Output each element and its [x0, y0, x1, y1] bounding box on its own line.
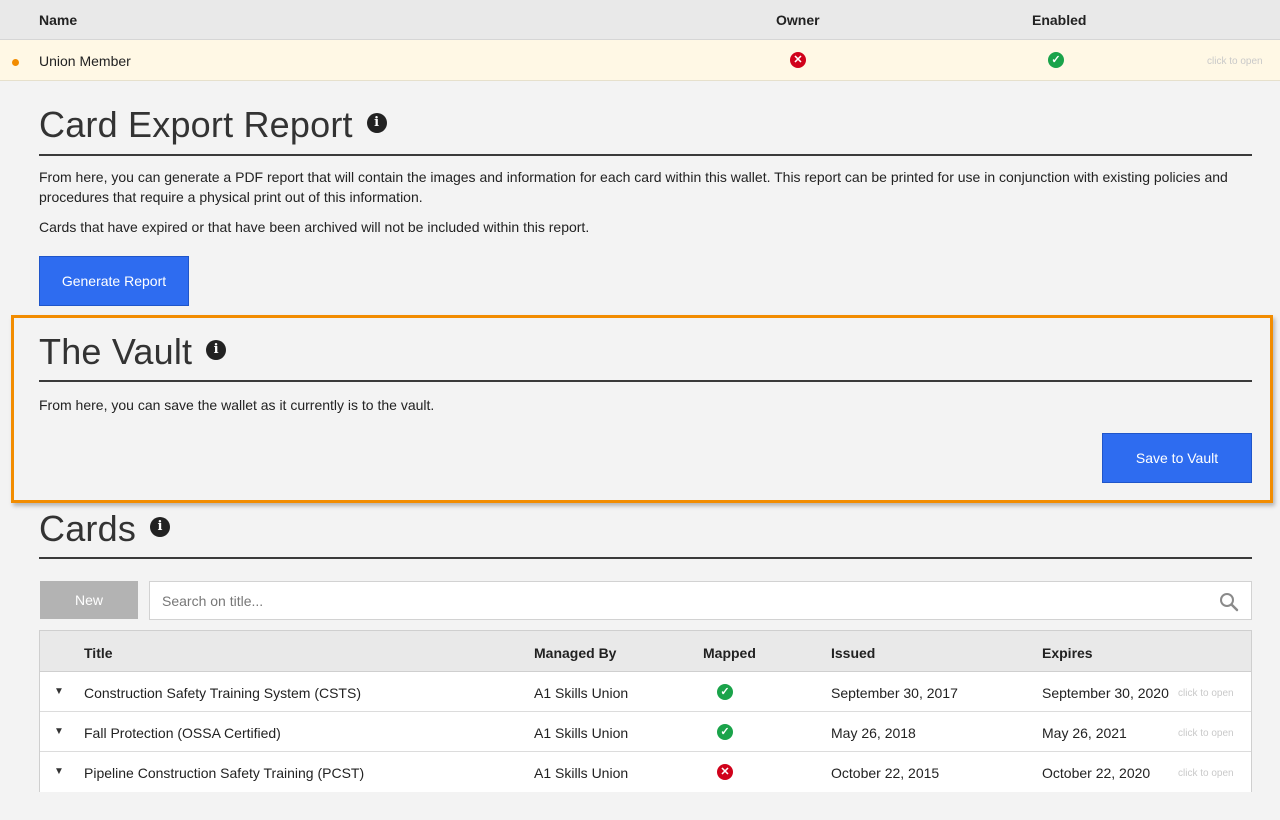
- card-managed-by: A1 Skills Union: [534, 685, 629, 701]
- expand-caret-icon[interactable]: ▼: [54, 686, 64, 697]
- click-to-open-hint[interactable]: click to open: [1178, 768, 1234, 779]
- search-icon[interactable]: [1219, 592, 1239, 612]
- vault-description: From here, you can save the wallet as it…: [39, 397, 435, 413]
- card-issued: October 22, 2015: [831, 765, 940, 781]
- column-name: Name: [39, 12, 78, 28]
- column-expires[interactable]: Expires: [1042, 645, 1093, 661]
- card-expires: May 26, 2021: [1042, 725, 1127, 741]
- expand-caret-icon[interactable]: ▼: [54, 726, 64, 737]
- click-to-open-hint[interactable]: click to open: [1207, 56, 1263, 67]
- cards-table: Title Managed By Mapped Issued Expires ▼…: [39, 630, 1252, 792]
- card-expires: October 22, 2020: [1042, 765, 1151, 781]
- column-mapped[interactable]: Mapped: [703, 645, 756, 661]
- card-managed-by: A1 Skills Union: [534, 725, 629, 741]
- info-icon[interactable]: i: [150, 517, 171, 538]
- cards-table-header: Title Managed By Mapped Issued Expires: [40, 631, 1251, 672]
- divider: [39, 380, 1252, 382]
- active-dot-icon: [12, 59, 19, 66]
- save-to-vault-button[interactable]: Save to Vault: [1102, 433, 1252, 483]
- member-row[interactable]: Union Member ✕ ✓ click to open: [0, 40, 1280, 81]
- expand-caret-icon[interactable]: ▼: [54, 766, 64, 777]
- member-name: Union Member: [39, 53, 131, 69]
- column-owner: Owner: [776, 12, 820, 28]
- column-enabled: Enabled: [1032, 12, 1087, 28]
- column-managed-by[interactable]: Managed By: [534, 645, 616, 661]
- table-row[interactable]: ▼ Fall Protection (OSSA Certified) A1 Sk…: [40, 712, 1251, 752]
- search-input[interactable]: [162, 591, 1202, 611]
- card-issued: September 30, 2017: [831, 685, 958, 701]
- table-row[interactable]: ▼ Pipeline Construction Safety Training …: [40, 752, 1251, 792]
- divider: [39, 154, 1252, 156]
- card-managed-by: A1 Skills Union: [534, 765, 629, 781]
- divider: [39, 557, 1252, 559]
- check-circle-icon: ✓: [1048, 52, 1064, 68]
- vault-title: The Vault: [39, 331, 193, 372]
- click-to-open-hint[interactable]: click to open: [1178, 728, 1234, 739]
- cards-title: Cards: [39, 508, 137, 549]
- card-title: Construction Safety Training System (CST…: [84, 685, 361, 701]
- vault-heading: The Vault i: [39, 331, 227, 373]
- members-table-header: Name Owner Enabled: [0, 0, 1280, 40]
- card-expires: September 30, 2020: [1042, 685, 1169, 701]
- card-issued: May 26, 2018: [831, 725, 916, 741]
- column-issued[interactable]: Issued: [831, 645, 875, 661]
- card-export-description: From here, you can generate a PDF report…: [39, 169, 1228, 205]
- card-title: Pipeline Construction Safety Training (P…: [84, 765, 365, 781]
- new-card-button[interactable]: New: [40, 581, 138, 619]
- column-title[interactable]: Title: [84, 645, 113, 661]
- check-circle-icon: ✓: [717, 724, 733, 740]
- cards-heading: Cards i: [39, 508, 171, 550]
- card-title: Fall Protection (OSSA Certified): [84, 725, 281, 741]
- table-row[interactable]: ▼ Construction Safety Training System (C…: [40, 672, 1251, 712]
- x-circle-icon: ✕: [790, 52, 806, 68]
- card-export-note: Cards that have expired or that have bee…: [39, 219, 590, 235]
- search-box: [149, 581, 1252, 620]
- card-export-title: Card Export Report: [39, 104, 353, 145]
- click-to-open-hint[interactable]: click to open: [1178, 688, 1234, 699]
- x-circle-icon: ✕: [717, 764, 733, 780]
- check-circle-icon: ✓: [717, 684, 733, 700]
- info-icon[interactable]: i: [206, 340, 227, 361]
- generate-report-button[interactable]: Generate Report: [39, 256, 189, 306]
- info-icon[interactable]: i: [366, 113, 387, 134]
- card-export-heading: Card Export Report i: [39, 104, 387, 146]
